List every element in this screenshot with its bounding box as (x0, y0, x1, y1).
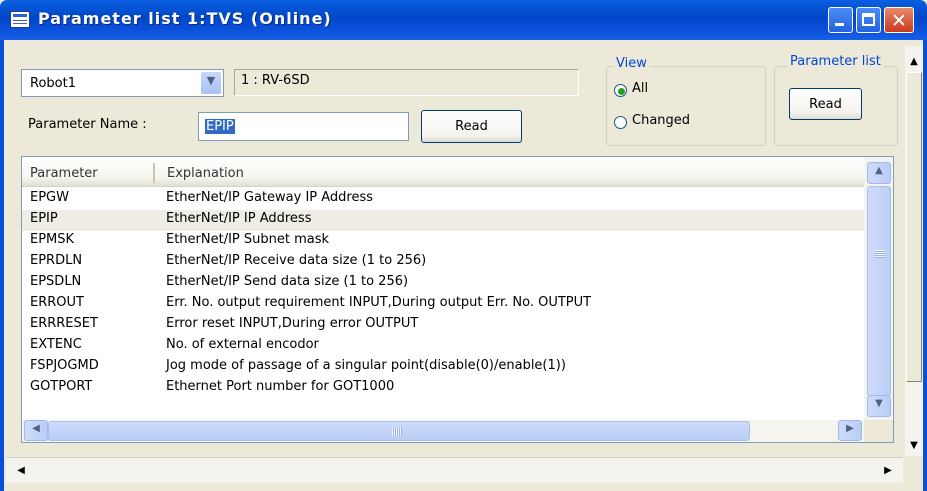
read-list-button-label: Read (809, 97, 842, 112)
scrollbar-corner (864, 420, 893, 442)
table-row[interactable]: EPSDLN EtherNet/IP Send data size (1 to 2… (22, 273, 864, 294)
table-row[interactable]: EPGW EtherNet/IP Gateway IP Address (22, 189, 864, 210)
close-button[interactable]: ✕ (884, 7, 914, 33)
table-vertical-scroll-thumb[interactable] (867, 186, 891, 396)
minimize-button[interactable] (828, 7, 853, 33)
arrow-down-icon: ▼ (875, 398, 883, 409)
arrow-right-icon: ▶ (846, 423, 854, 434)
read-parameter-button-label: Read (455, 119, 488, 134)
cell-parameter: EXTENC (30, 337, 82, 352)
table-row-selected[interactable]: EPIP EtherNet/IP IP Address (22, 210, 864, 231)
cell-parameter: EPIP (30, 211, 58, 226)
arrow-left-icon: ◀ (32, 423, 40, 434)
table-scroll-left-button[interactable]: ◀ (24, 420, 48, 441)
close-icon: ✕ (891, 10, 907, 32)
cell-parameter: FSPJOGMD (30, 358, 99, 373)
form-scroll-right-button[interactable]: ▶ (881, 465, 895, 479)
cell-explanation: EtherNet/IP Gateway IP Address (166, 190, 374, 205)
table-row[interactable]: EPRDLN EtherNet/IP Receive data size (1 t… (22, 252, 864, 273)
view-changed-radio[interactable] (614, 116, 627, 129)
robot-select-dropdown-button[interactable]: ▼ (201, 72, 221, 94)
view-group (606, 66, 766, 146)
table-row[interactable]: EXTENC No. of external encodor (22, 336, 864, 357)
table-row[interactable]: EPMSK EtherNet/IP Subnet mask (22, 231, 864, 252)
parameter-name-label: Parameter Name : (28, 117, 147, 132)
cell-explanation: EtherNet/IP Send data size (1 to 256) (166, 274, 409, 289)
parameter-list-icon (10, 11, 30, 28)
cell-parameter: EPGW (30, 190, 69, 205)
radio-selected-dot (618, 88, 625, 95)
column-header-parameter[interactable]: Parameter (30, 166, 98, 181)
form-vertical-scroll-thumb[interactable] (906, 72, 922, 382)
scroll-grip-icon (392, 427, 402, 436)
table-row[interactable]: ERROUT Err. No. output requirement INPUT,… (22, 294, 864, 315)
form-scroll-down-button[interactable]: ▼ (906, 440, 922, 454)
parameter-name-value: EPIP (205, 119, 235, 134)
table-row[interactable]: ERRRESET Error reset INPUT,During error O… (22, 315, 864, 336)
table-header (22, 157, 864, 187)
chevron-down-icon: ▼ (206, 74, 216, 87)
column-divider[interactable] (153, 163, 155, 183)
scroll-grip-icon (874, 250, 886, 258)
form-scroll-left-button[interactable]: ◀ (14, 465, 28, 479)
cell-explanation: EtherNet/IP Receive data size (1 to 256) (166, 253, 427, 268)
view-group-legend: View (613, 56, 650, 71)
window-frame-left (0, 40, 4, 491)
read-list-button[interactable]: Read (789, 88, 862, 120)
maximize-button[interactable] (856, 7, 881, 33)
cell-explanation: EtherNet/IP Subnet mask (166, 232, 330, 247)
table-row[interactable]: GOTPORT Ethernet Port number for GOT1000 (22, 378, 864, 399)
arrow-left-icon: ◀ (17, 465, 25, 476)
cell-explanation: Jog mode of passage of a singular point(… (166, 358, 566, 373)
arrow-up-icon: ▲ (910, 56, 918, 67)
view-all-radio[interactable] (614, 84, 627, 97)
view-all-label[interactable]: All (632, 81, 648, 96)
cell-parameter: EPRDLN (30, 253, 83, 268)
arrow-up-icon: ▲ (875, 165, 883, 176)
cell-parameter: ERROUT (30, 295, 84, 310)
minimize-icon (835, 23, 844, 26)
cell-explanation: Ethernet Port number for GOT1000 (166, 379, 395, 394)
maximize-icon (862, 13, 875, 26)
form-horizontal-scrollbar[interactable] (6, 457, 903, 483)
arrow-down-icon: ▼ (910, 440, 918, 451)
cell-explanation: EtherNet/IP IP Address (166, 211, 312, 226)
form-scroll-up-button[interactable]: ▲ (906, 56, 922, 70)
robot-select-value: Robot1 (30, 76, 76, 91)
cell-parameter: GOTPORT (30, 379, 93, 394)
cell-parameter: EPSDLN (30, 274, 82, 289)
table-scroll-up-button[interactable]: ▲ (867, 162, 891, 184)
parameter-list-group-legend: Parameter list (787, 54, 884, 69)
column-header-explanation[interactable]: Explanation (167, 166, 244, 181)
cell-explanation: No. of external encodor (166, 337, 319, 352)
arrow-right-icon: ▶ (884, 465, 892, 476)
robot-model-text: 1 : RV-6SD (241, 73, 310, 88)
cell-explanation: Error reset INPUT,During error OUTPUT (166, 316, 419, 331)
cell-parameter: EPMSK (30, 232, 75, 247)
cell-explanation: Err. No. output requirement INPUT,During… (166, 295, 592, 310)
view-changed-label[interactable]: Changed (632, 113, 690, 128)
window-title: Parameter list 1:TVS (Online) (38, 9, 332, 28)
window-frame-right (923, 40, 927, 491)
robot-model-field: 1 : RV-6SD (234, 69, 579, 96)
robot-select[interactable]: Robot1 ▼ (21, 69, 224, 97)
read-parameter-button[interactable]: Read (421, 110, 522, 143)
parameter-name-input[interactable]: EPIP (198, 112, 409, 141)
cell-parameter: ERRRESET (30, 316, 98, 331)
table-scroll-down-button[interactable]: ▼ (867, 395, 891, 417)
table-row[interactable]: FSPJOGMD Jog mode of passage of a singula… (22, 357, 864, 378)
table-scroll-right-button[interactable]: ▶ (838, 420, 862, 441)
